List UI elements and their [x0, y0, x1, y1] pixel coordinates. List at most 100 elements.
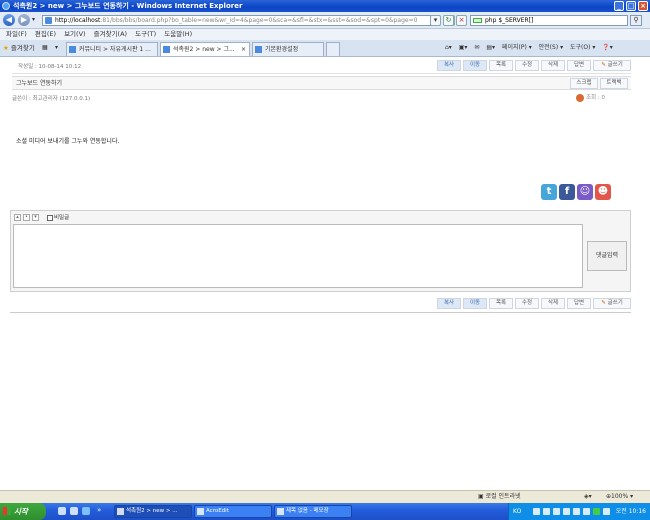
stop-icon[interactable]: ×: [456, 15, 467, 26]
tray-icon[interactable]: [583, 508, 590, 515]
tray-icon[interactable]: [543, 508, 550, 515]
write-label: 글쓰기: [607, 300, 623, 306]
menu-view[interactable]: 보기(V): [64, 29, 85, 40]
page-icon: [163, 46, 170, 53]
menu-tools-cmd[interactable]: 도구(O) ▾: [570, 44, 595, 51]
zone-label: 로컬 인트라넷: [485, 493, 521, 500]
address-dropdown-icon[interactable]: ▾: [430, 15, 441, 26]
secret-checkbox[interactable]: [47, 214, 53, 221]
tray-icon[interactable]: [603, 508, 610, 515]
yozm-icon[interactable]: ☻: [595, 184, 611, 200]
secret-checkbox-wrap[interactable]: 비밀글: [47, 214, 69, 222]
close-button[interactable]: ×: [638, 1, 648, 11]
show-desktop-icon[interactable]: [58, 507, 66, 515]
favorites-label: 즐겨찾기: [10, 44, 35, 52]
minimize-button[interactable]: _: [614, 1, 624, 11]
start-button[interactable]: 시작: [0, 503, 46, 520]
star-icon: ★: [3, 44, 9, 52]
protected-mode-icon[interactable]: ◈▾: [584, 491, 592, 503]
tab-list-icon[interactable]: ▾: [55, 44, 58, 51]
write-button-bottom[interactable]: ✎ 글쓰기: [593, 298, 631, 309]
menu-edit[interactable]: 편집(E): [35, 29, 56, 40]
menu-favorites[interactable]: 즐겨찾기(A): [94, 29, 127, 40]
forward-button[interactable]: ▶: [18, 14, 30, 26]
favorites-add-icon[interactable]: ▦: [42, 44, 48, 51]
hits-icon: [576, 93, 584, 102]
status-bar: ▣ 로컬 인트라넷 ◈▾ ⊕100% ▾: [0, 490, 650, 503]
twitter-icon[interactable]: t: [541, 184, 557, 200]
url-path: :81/bbs/bbs/board.php?bo_table=new&wr_id…: [100, 17, 418, 24]
help-icon[interactable]: ❓▾: [602, 44, 612, 51]
back-button[interactable]: ◀: [3, 14, 15, 26]
address-input[interactable]: http://localhost:81/bbs/bbs/board.php?bo…: [42, 15, 440, 26]
search-text: php $_SERVER[]: [485, 17, 534, 24]
scrap-button[interactable]: 스크랩: [570, 78, 598, 89]
textarea-shrink-icon[interactable]: ▴: [14, 214, 21, 221]
page-icon: [255, 46, 262, 53]
task-notepad[interactable]: 제목 없음 - 메모장: [274, 505, 352, 518]
edit-button-bottom[interactable]: 수정: [515, 298, 539, 309]
tray-icon[interactable]: [553, 508, 560, 515]
textarea-default-icon[interactable]: •: [23, 214, 30, 221]
menu-page[interactable]: 페이지(P) ▾: [502, 44, 532, 51]
comment-submit-button[interactable]: 댓글입력: [587, 241, 627, 271]
new-tab-button[interactable]: [326, 42, 340, 56]
favorites-button[interactable]: ★ 즐겨찾기: [3, 43, 35, 53]
refresh-icon[interactable]: ↻: [443, 15, 454, 26]
tray-icon[interactable]: [573, 508, 580, 515]
tab-community[interactable]: 커뮤니티 > 자유게시판 1 ...: [66, 42, 158, 56]
maximize-button[interactable]: □: [626, 1, 636, 11]
tab-settings[interactable]: 기본환경설정: [252, 42, 324, 56]
reply-button-bottom[interactable]: 답변: [567, 298, 591, 309]
window-title: 석촉원2 > new > 그누보드 연동하기 - Windows Interne…: [13, 2, 243, 10]
start-label: 시작: [14, 507, 28, 516]
menu-help[interactable]: 도움말(H): [164, 29, 192, 40]
task-ie[interactable]: 석촉원2 > new > ...: [114, 505, 192, 518]
taskbar: 시작 » 석촉원2 > new > ... AcroEdit 제목 없음 - 메…: [0, 503, 650, 520]
tray-icon[interactable]: [593, 508, 600, 515]
me2day-icon[interactable]: ☺: [577, 184, 593, 200]
menu-file[interactable]: 파일(F): [6, 29, 27, 40]
task-label: AcroEdit: [206, 508, 229, 514]
clock: 오전 10:16: [615, 508, 646, 515]
move-button-bottom[interactable]: 이동: [463, 298, 487, 309]
zoom-control[interactable]: ⊕100% ▾: [606, 491, 633, 503]
tab-label: 커뮤니티 > 자유게시판 1 ...: [79, 46, 151, 53]
comment-textarea[interactable]: [13, 224, 583, 288]
mail-icon[interactable]: ✉: [474, 44, 479, 51]
close-tab-icon[interactable]: ×: [241, 43, 246, 56]
zoom-label: 100%: [611, 493, 629, 500]
list-button-bottom[interactable]: 목록: [489, 298, 513, 309]
task-acroedit[interactable]: AcroEdit: [194, 505, 272, 518]
secret-label: 비밀글: [54, 215, 70, 221]
acroedit-icon: [197, 508, 204, 515]
recent-pages-dropdown[interactable]: ▾: [32, 16, 35, 23]
divider: [10, 312, 631, 313]
search-input[interactable]: php $_SERVER[]: [470, 15, 628, 26]
feeds-icon[interactable]: ▣▾: [459, 44, 468, 51]
copy-button-bottom[interactable]: 복사: [437, 298, 461, 309]
trackback-button[interactable]: 트랙백: [600, 78, 628, 89]
page-icon: [69, 46, 76, 53]
quicklaunch-expand-icon[interactable]: »: [97, 506, 101, 514]
textarea-grow-icon[interactable]: ▾: [32, 214, 39, 221]
search-icon[interactable]: ⚲: [630, 15, 642, 26]
address-toolbar: ◀ ▶ ▾ http://localhost:81/bbs/bbs/board.…: [0, 12, 650, 29]
command-bar: ⌂▾ ▣▾ ✉ ▤▾ 페이지(P) ▾ 안전(S) ▾ 도구(O) ▾ ❓▾: [445, 43, 618, 53]
quicklaunch-explorer-icon[interactable]: [70, 507, 78, 515]
delete-button-bottom[interactable]: 삭제: [541, 298, 565, 309]
quicklaunch-ie-icon[interactable]: [82, 507, 90, 515]
tray-icon[interactable]: [533, 508, 540, 515]
home-icon[interactable]: ⌂▾: [445, 44, 452, 51]
print-icon[interactable]: ▤▾: [486, 44, 495, 51]
tab-board[interactable]: 석촉원2 > new > 그... ×: [160, 42, 250, 56]
ie-icon: [117, 508, 124, 515]
intranet-icon: ▣: [478, 493, 484, 500]
notepad-icon: [277, 508, 284, 515]
comment-box: ▴ • ▾ 비밀글 댓글입력: [10, 210, 631, 292]
tray-icon[interactable]: [563, 508, 570, 515]
menu-tools[interactable]: 도구(T): [135, 29, 156, 40]
language-indicator[interactable]: KO: [513, 503, 521, 520]
menu-safety[interactable]: 안전(S) ▾: [539, 44, 563, 51]
facebook-icon[interactable]: f: [559, 184, 575, 200]
